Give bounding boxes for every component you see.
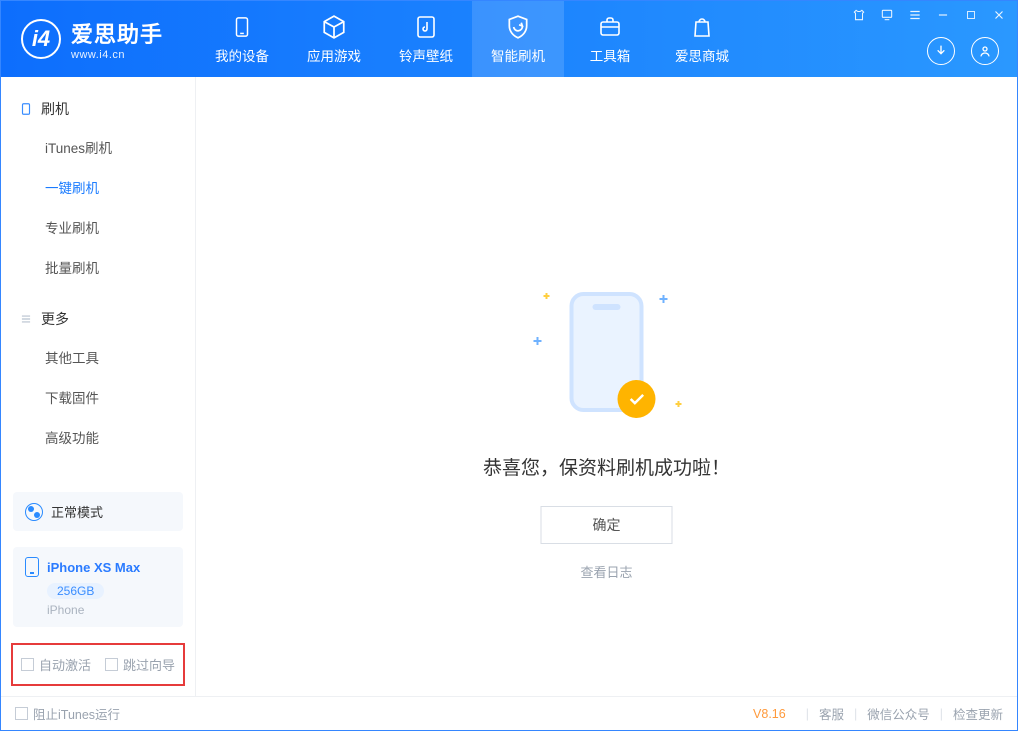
cube-icon <box>320 14 348 40</box>
user-icon[interactable] <box>971 37 999 65</box>
mode-card[interactable]: 正常模式 <box>13 492 183 531</box>
nav-store[interactable]: 爱思商城 <box>656 1 748 77</box>
sidebar: 刷机 iTunes刷机 一键刷机 专业刷机 批量刷机 更多 其他工具 下载固件 … <box>1 77 196 696</box>
check-auto-activate[interactable]: 自动激活 <box>21 655 91 674</box>
nav-label: 智能刷机 <box>491 45 545 65</box>
sidebar-group-flash: 刷机 <box>1 91 195 127</box>
phone-icon <box>228 14 256 40</box>
view-log-link[interactable]: 查看日志 <box>483 562 730 581</box>
sidebar-item-oneclick-flash[interactable]: 一键刷机 <box>1 167 195 207</box>
nav-apps-games[interactable]: 应用游戏 <box>288 1 380 77</box>
device-outline-icon <box>19 102 33 116</box>
top-nav: 我的设备 应用游戏 铃声壁纸 智能刷机 工具箱 爱思商城 <box>196 1 748 77</box>
bag-icon <box>688 14 716 40</box>
footer-link-wechat[interactable]: 微信公众号 <box>867 704 930 723</box>
device-name: iPhone XS Max <box>47 560 140 575</box>
sidebar-group-title: 更多 <box>41 309 69 329</box>
mode-label: 正常模式 <box>51 502 103 521</box>
checkbox-icon <box>21 658 34 671</box>
sparkle-icon <box>533 337 541 345</box>
check-label: 阻止iTunes运行 <box>33 704 120 723</box>
check-skip-guide[interactable]: 跳过向导 <box>105 655 175 674</box>
sidebar-group-more: 更多 <box>1 301 195 337</box>
success-message: 恭喜您，保资料刷机成功啦！ <box>483 453 730 480</box>
success-check-icon <box>617 380 655 418</box>
nav-toolbox[interactable]: 工具箱 <box>564 1 656 77</box>
sidebar-item-other-tools[interactable]: 其他工具 <box>1 337 195 377</box>
sidebar-item-advanced[interactable]: 高级功能 <box>1 417 195 457</box>
minimize-icon[interactable] <box>935 7 951 23</box>
sidebar-item-pro-flash[interactable]: 专业刷机 <box>1 207 195 247</box>
close-icon[interactable] <box>991 7 1007 23</box>
maximize-icon[interactable] <box>963 7 979 23</box>
app-name: 爱思助手 <box>71 17 163 49</box>
device-card[interactable]: iPhone XS Max 256GB iPhone <box>13 547 183 627</box>
checkbox-icon <box>15 707 28 720</box>
nav-label: 爱思商城 <box>675 45 729 65</box>
download-icon[interactable] <box>927 37 955 65</box>
check-label: 自动激活 <box>39 655 91 674</box>
footer-link-support[interactable]: 客服 <box>819 704 844 723</box>
footer: 阻止iTunes运行 V8.16 | 客服 | 微信公众号 | 检查更新 <box>1 696 1017 730</box>
header-right-icons <box>927 37 999 65</box>
device-storage-badge: 256GB <box>47 583 104 599</box>
checkbox-icon <box>105 658 118 671</box>
briefcase-icon <box>596 14 624 40</box>
sidebar-group-title: 刷机 <box>41 99 69 119</box>
highlighted-checks: 自动激活 跳过向导 <box>11 643 185 686</box>
nav-label: 工具箱 <box>590 45 631 65</box>
window-controls <box>851 7 1007 23</box>
nav-my-device[interactable]: 我的设备 <box>196 1 288 77</box>
sparkle-icon <box>543 293 549 299</box>
app-url: www.i4.cn <box>71 49 163 61</box>
check-block-itunes[interactable]: 阻止iTunes运行 <box>15 704 120 723</box>
mode-status-icon <box>25 503 43 521</box>
music-file-icon <box>412 14 440 40</box>
sidebar-item-download-firmware[interactable]: 下载固件 <box>1 377 195 417</box>
logo-block: i4 爱思助手 www.i4.cn <box>1 1 196 77</box>
ok-button[interactable]: 确定 <box>540 506 672 544</box>
check-label: 跳过向导 <box>123 655 175 674</box>
version-label: V8.16 <box>753 707 786 721</box>
sidebar-item-batch-flash[interactable]: 批量刷机 <box>1 247 195 287</box>
nav-label: 应用游戏 <box>307 45 361 65</box>
nav-ringtone-wallpaper[interactable]: 铃声壁纸 <box>380 1 472 77</box>
skin-icon[interactable] <box>851 7 867 23</box>
menu-icon[interactable] <box>907 7 923 23</box>
feedback-icon[interactable] <box>879 7 895 23</box>
sparkle-icon <box>659 295 667 303</box>
list-icon <box>19 312 33 326</box>
device-phone-icon <box>25 557 39 577</box>
nav-smart-flash[interactable]: 智能刷机 <box>472 1 564 77</box>
logo-icon: i4 <box>21 19 61 59</box>
footer-link-update[interactable]: 检查更新 <box>953 704 1003 723</box>
nav-label: 铃声壁纸 <box>399 45 453 65</box>
nav-label: 我的设备 <box>215 45 269 65</box>
shield-refresh-icon <box>504 14 532 40</box>
sparkle-icon <box>675 401 681 407</box>
app-header: i4 爱思助手 www.i4.cn 我的设备 应用游戏 铃声壁纸 智能刷机 工具… <box>1 1 1017 77</box>
sidebar-item-itunes-flash[interactable]: iTunes刷机 <box>1 127 195 167</box>
main-content: 恭喜您，保资料刷机成功啦！ 确定 查看日志 <box>196 77 1017 696</box>
device-type: iPhone <box>47 603 171 617</box>
phone-success-illustration <box>569 292 643 412</box>
